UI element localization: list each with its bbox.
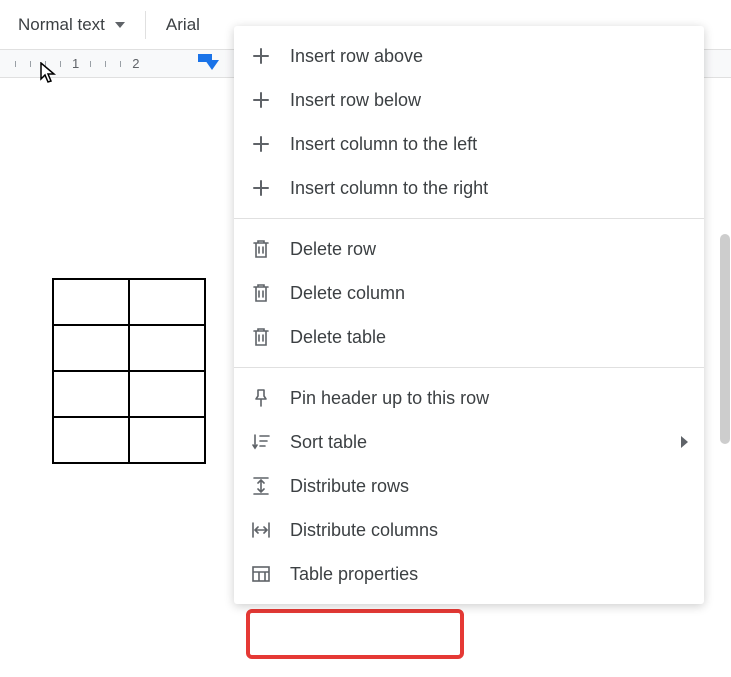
menu-delete-row[interactable]: Delete row: [234, 227, 704, 271]
menu-label: Delete row: [290, 239, 376, 260]
menu-label: Table properties: [290, 564, 418, 585]
menu-label: Pin header up to this row: [290, 388, 489, 409]
menu-insert-row-above[interactable]: Insert row above: [234, 34, 704, 78]
trash-icon: [250, 326, 272, 348]
menu-insert-col-right[interactable]: Insert column to the right: [234, 166, 704, 210]
menu-distribute-columns[interactable]: Distribute columns: [234, 508, 704, 552]
sort-icon: [250, 431, 272, 453]
table-cell[interactable]: [129, 279, 205, 325]
menu-pin-header[interactable]: Pin header up to this row: [234, 376, 704, 420]
menu-label: Delete table: [290, 327, 386, 348]
font-family-dropdown[interactable]: Arial: [156, 9, 210, 41]
table-icon: [250, 563, 272, 585]
table-cell[interactable]: [129, 325, 205, 371]
highlight-annotation: [246, 609, 464, 659]
font-family-label: Arial: [166, 15, 200, 35]
table-cell[interactable]: [53, 371, 129, 417]
paragraph-style-dropdown[interactable]: Normal text: [8, 9, 135, 41]
menu-label: Distribute columns: [290, 520, 438, 541]
menu-label: Delete column: [290, 283, 405, 304]
menu-delete-column[interactable]: Delete column: [234, 271, 704, 315]
plus-icon: [250, 133, 272, 155]
table-cell[interactable]: [53, 417, 129, 463]
document-table[interactable]: [52, 278, 206, 464]
table-cell[interactable]: [129, 417, 205, 463]
ruler-marks: 1 2: [8, 56, 143, 71]
paragraph-style-label: Normal text: [18, 15, 105, 35]
scrollbar-thumb[interactable]: [720, 234, 730, 444]
plus-icon: [250, 177, 272, 199]
menu-label: Insert column to the left: [290, 134, 477, 155]
menu-label: Insert row below: [290, 90, 421, 111]
trash-icon: [250, 282, 272, 304]
menu-delete-table[interactable]: Delete table: [234, 315, 704, 359]
menu-insert-row-below[interactable]: Insert row below: [234, 78, 704, 122]
distribute-columns-icon: [250, 519, 272, 541]
indent-marker-icon[interactable]: [205, 60, 219, 70]
menu-label: Insert row above: [290, 46, 423, 67]
menu-distribute-rows[interactable]: Distribute rows: [234, 464, 704, 508]
chevron-right-icon: [681, 436, 688, 448]
menu-divider: [234, 367, 704, 368]
menu-label: Sort table: [290, 432, 367, 453]
table-context-menu: Insert row above Insert row below Insert…: [234, 26, 704, 604]
cursor-icon: [40, 62, 58, 84]
table-cell[interactable]: [53, 279, 129, 325]
menu-divider: [234, 218, 704, 219]
menu-insert-col-left[interactable]: Insert column to the left: [234, 122, 704, 166]
plus-icon: [250, 89, 272, 111]
distribute-rows-icon: [250, 475, 272, 497]
menu-label: Distribute rows: [290, 476, 409, 497]
menu-label: Insert column to the right: [290, 178, 488, 199]
pin-icon: [250, 387, 272, 409]
trash-icon: [250, 238, 272, 260]
table-cell[interactable]: [129, 371, 205, 417]
menu-table-properties[interactable]: Table properties: [234, 552, 704, 596]
toolbar-divider: [145, 11, 146, 39]
menu-sort-table[interactable]: Sort table: [234, 420, 704, 464]
plus-icon: [250, 45, 272, 67]
table-cell[interactable]: [53, 325, 129, 371]
chevron-down-icon: [115, 22, 125, 28]
